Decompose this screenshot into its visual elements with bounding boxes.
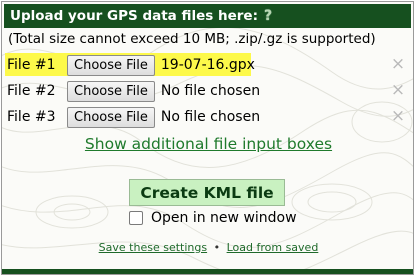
file-2-choose-button[interactable]: Choose File: [67, 80, 155, 102]
new-window-option: Open in new window: [129, 210, 297, 226]
file-2-remove-icon[interactable]: ×: [389, 81, 407, 99]
file-3-remove-icon[interactable]: ×: [389, 107, 407, 125]
upload-panel: Upload your GPS data files here: ? (Tota…: [1, 1, 414, 275]
file-row-3: File #3 Choose File No file chosen ×: [7, 105, 407, 129]
file-3-choose-button[interactable]: Choose File: [67, 106, 155, 128]
file-2-name: No file chosen: [160, 83, 261, 99]
file-1-remove-icon[interactable]: ×: [389, 55, 407, 73]
bottom-bar: [2, 269, 413, 274]
file-3-label: File #3: [7, 109, 56, 125]
show-more-inputs-link[interactable]: Show additional file input boxes: [2, 135, 413, 153]
file-1-name: 19-07-16.gpx: [160, 57, 255, 73]
link-separator: •: [213, 241, 221, 254]
size-note: (Total size cannot exceed 10 MB; .zip/.g…: [8, 31, 376, 47]
file-1-label: File #1: [7, 57, 56, 73]
create-kml-button[interactable]: Create KML file: [129, 179, 285, 206]
file-3-name: No file chosen: [160, 109, 261, 125]
upload-header: Upload your GPS data files here: ?: [4, 4, 411, 28]
upload-title: Upload your GPS data files here:: [10, 8, 258, 24]
save-settings-link[interactable]: Save these settings: [99, 241, 207, 254]
file-row-1: File #1 Choose File 19-07-16.gpx ×: [7, 53, 407, 77]
file-row-2: File #2 Choose File No file chosen ×: [7, 79, 407, 103]
file-2-label: File #2: [7, 83, 56, 99]
load-saved-link[interactable]: Load from saved: [227, 241, 319, 254]
file-1-choose-button[interactable]: Choose File: [67, 54, 155, 76]
new-window-checkbox[interactable]: [129, 211, 143, 225]
settings-links: Save these settings • Load from saved: [2, 241, 413, 254]
help-icon[interactable]: ?: [264, 8, 272, 24]
new-window-label: Open in new window: [151, 210, 297, 226]
